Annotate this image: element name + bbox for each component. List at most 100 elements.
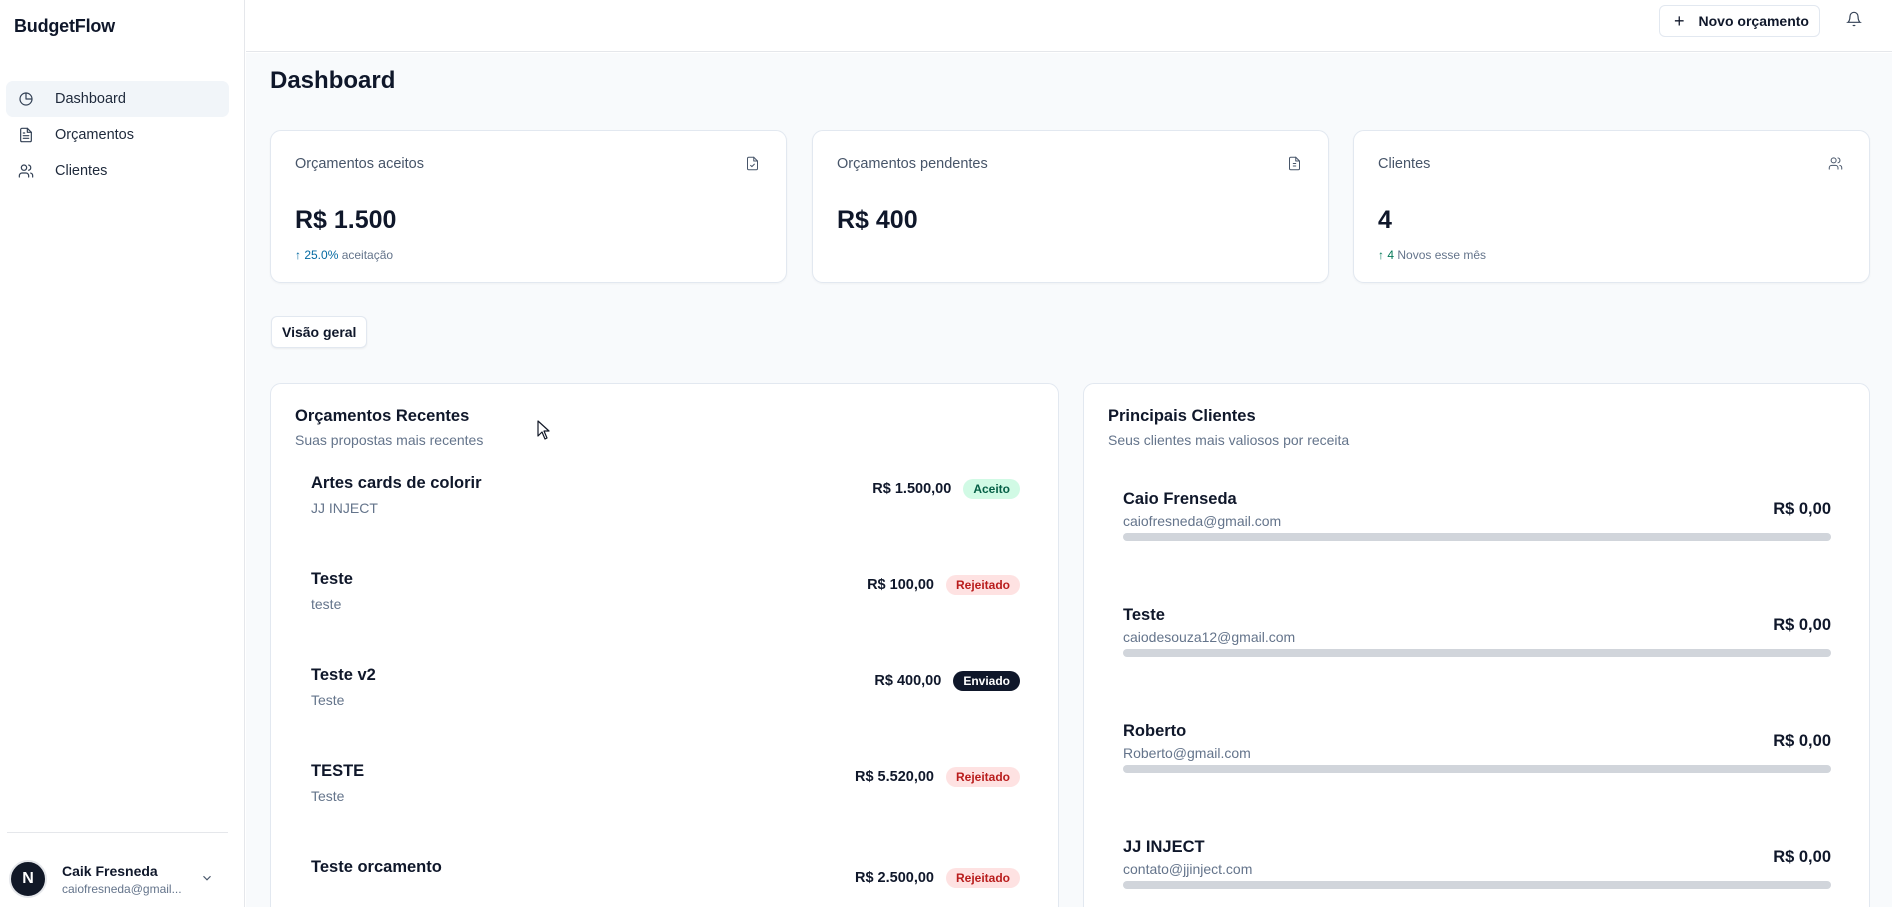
sidebar-item-label: Clientes — [55, 163, 108, 179]
quote-client: Teste — [311, 692, 345, 708]
client-email: Roberto@gmail.com — [1123, 745, 1251, 761]
client-row[interactable]: Roberto Roberto@gmail.com R$ 0,00 — [1123, 722, 1831, 792]
user-info: Caik Fresneda caiofresneda@gmail... — [62, 863, 192, 896]
trend-indicator: ↑ 4 — [1378, 248, 1395, 262]
quote-name: Artes cards de colorir — [311, 474, 482, 492]
client-email: caiofresneda@gmail.com — [1123, 513, 1282, 529]
status-badge: Rejeitado — [945, 767, 1020, 787]
top-clients-panel: Principais Clientes Seus clientes mais v… — [1083, 383, 1870, 907]
client-name: Caio Frenseda — [1123, 490, 1237, 508]
user-menu[interactable]: N Caik Fresneda caiofresneda@gmail... — [9, 859, 224, 899]
plus-icon: + — [1674, 11, 1685, 31]
client-revenue: R$ 0,00 — [1773, 500, 1831, 518]
trend-text: Novos esse mês — [1397, 248, 1487, 262]
user-name: Caik Fresneda — [62, 862, 158, 879]
client-row[interactable]: Caio Frenseda caiofresneda@gmail.com R$ … — [1123, 490, 1831, 560]
sidebar-item-label: Orçamentos — [55, 127, 134, 143]
quote-name: TESTE — [311, 762, 365, 780]
avatar: N — [9, 860, 47, 898]
client-row[interactable]: Teste caiodesouza12@gmail.com R$ 0,00 — [1123, 606, 1831, 676]
stat-label: Orçamentos aceitos — [295, 156, 424, 172]
revenue-bar — [1123, 765, 1831, 773]
stat-card-accepted: Orçamentos aceitos R$ 1.500 ↑ 25.0% acei… — [270, 130, 787, 283]
sidebar-item-dashboard[interactable]: Dashboard — [6, 81, 229, 117]
quote-meta: R$ 400,00 Enviado — [874, 671, 1020, 691]
stat-card-pending: Orçamentos pendentes R$ 400 — [812, 130, 1329, 283]
revenue-bar — [1123, 533, 1831, 541]
status-badge: Aceito — [963, 479, 1020, 499]
quote-client: JJ INJECT — [311, 500, 378, 516]
file-icon — [1287, 156, 1303, 172]
panel-title: Principais Clientes — [1108, 407, 1256, 425]
sidebar: BudgetFlow Dashboard Orçamentos Clientes… — [0, 0, 245, 907]
client-revenue: R$ 0,00 — [1773, 616, 1831, 634]
sidebar-divider — [7, 832, 228, 833]
sidebar-item-label: Dashboard — [55, 91, 126, 107]
quote-price: R$ 100,00 — [867, 577, 934, 593]
quote-price: R$ 2.500,00 — [854, 870, 934, 886]
file-icon — [745, 156, 761, 172]
main-content: Dashboard Orçamentos aceitos R$ 1.500 ↑ … — [246, 53, 1892, 907]
client-row[interactable]: JJ INJECT contato@jjinject.com R$ 0,00 — [1123, 838, 1831, 907]
sidebar-item-orcamentos[interactable]: Orçamentos — [6, 117, 229, 153]
quote-meta: R$ 2.500,00 Rejeitado — [855, 868, 1020, 888]
stat-subtext: ↑ 4 Novos esse mês — [1378, 248, 1486, 262]
status-badge: Rejeitado — [945, 575, 1020, 595]
quote-meta: R$ 5.520,00 Rejeitado — [855, 767, 1020, 787]
quote-client: teste — [311, 596, 342, 612]
quote-price: R$ 5.520,00 — [854, 769, 934, 785]
quote-name: Teste orcamento — [311, 858, 442, 876]
stat-label: Clientes — [1378, 156, 1431, 172]
page-title: Dashboard — [270, 67, 396, 94]
user-email: caiofresneda@gmail... — [62, 881, 182, 896]
quote-meta: R$ 100,00 Rejeitado — [867, 575, 1020, 595]
panel-subtitle: Suas propostas mais recentes — [295, 432, 484, 448]
client-email: caiodesouza12@gmail.com — [1123, 629, 1296, 645]
brand-logo[interactable]: BudgetFlow — [14, 16, 115, 37]
trend-text: aceitação — [341, 248, 394, 262]
quote-price: R$ 1.500,00 — [872, 481, 952, 497]
stat-label: Orçamentos pendentes — [837, 156, 988, 172]
client-name: Teste — [1123, 606, 1165, 624]
quote-meta: R$ 1.500,00 Aceito — [872, 479, 1020, 499]
sidebar-nav: Dashboard Orçamentos Clientes — [6, 81, 229, 189]
quote-name: Teste v2 — [311, 666, 376, 684]
stat-value: 4 — [1378, 206, 1392, 234]
sidebar-item-clientes[interactable]: Clientes — [6, 153, 229, 189]
quote-client: Teste — [311, 788, 345, 804]
quote-name: Teste — [311, 570, 353, 588]
stat-value: R$ 1.500 — [295, 206, 397, 234]
client-revenue: R$ 0,00 — [1773, 848, 1831, 866]
client-revenue: R$ 0,00 — [1773, 732, 1831, 750]
document-icon — [18, 127, 34, 143]
quote-row[interactable]: Teste teste R$ 100,00 Rejeitado — [311, 570, 1020, 630]
quote-row[interactable]: Teste orcamento R$ 2.500,00 Rejeitado — [311, 858, 1020, 907]
panel-subtitle: Seus clientes mais valiosos por receita — [1108, 432, 1350, 448]
pie-chart-icon — [18, 91, 34, 107]
users-icon — [1828, 156, 1844, 172]
tab-overview[interactable]: Visão geral — [271, 316, 368, 348]
bell-icon[interactable] — [1846, 11, 1864, 29]
quote-row[interactable]: TESTE Teste R$ 5.520,00 Rejeitado — [311, 762, 1020, 822]
recent-quotes-panel: Orçamentos Recentes Suas propostas mais … — [270, 383, 1059, 907]
panel-title: Orçamentos Recentes — [295, 407, 470, 425]
new-budget-label: Novo orçamento — [1698, 13, 1809, 29]
chevron-down-icon[interactable] — [200, 871, 216, 887]
client-name: JJ INJECT — [1123, 838, 1205, 856]
client-email: contato@jjinject.com — [1123, 861, 1253, 877]
trend-indicator: ↑ 25.0% — [295, 248, 339, 262]
client-name: Roberto — [1123, 722, 1187, 740]
revenue-bar — [1123, 881, 1831, 889]
revenue-bar — [1123, 649, 1831, 657]
stat-card-clients: Clientes 4 ↑ 4 Novos esse mês — [1353, 130, 1870, 283]
new-budget-button[interactable]: + Novo orçamento — [1659, 5, 1820, 37]
top-bar: + Novo orçamento — [246, 0, 1892, 52]
status-badge: Enviado — [953, 671, 1020, 691]
stat-value: R$ 400 — [837, 206, 918, 234]
quote-price: R$ 400,00 — [874, 673, 942, 689]
status-badge: Rejeitado — [945, 868, 1020, 888]
quote-row[interactable]: Teste v2 Teste R$ 400,00 Enviado — [311, 666, 1020, 726]
quote-row[interactable]: Artes cards de colorir JJ INJECT R$ 1.50… — [311, 474, 1020, 534]
users-icon — [18, 163, 34, 179]
stat-subtext: ↑ 25.0% aceitação — [295, 248, 393, 262]
